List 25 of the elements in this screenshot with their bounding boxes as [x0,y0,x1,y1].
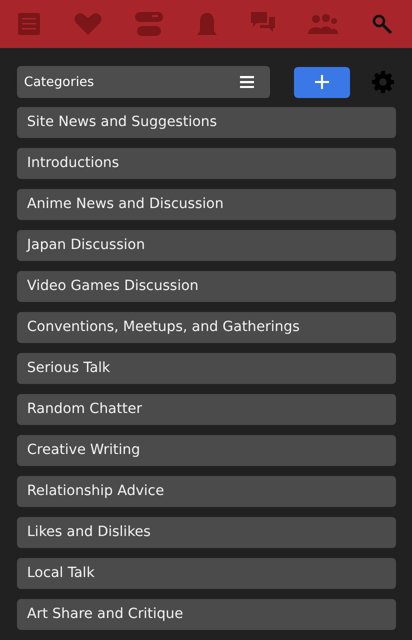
menu-icon[interactable] [18,13,40,35]
category-item[interactable]: Relationship Advice [17,476,396,507]
category-item[interactable]: Creative Writing [17,435,396,466]
heart-icon[interactable] [74,13,102,35]
category-item[interactable]: Likes and Dislikes [17,517,396,548]
category-item[interactable]: Art Share and Critique [17,599,396,630]
search-icon[interactable] [372,14,392,34]
group-icon[interactable] [308,14,338,34]
category-item[interactable]: Introductions [17,148,396,179]
category-item[interactable]: Serious Talk [17,353,396,384]
category-item[interactable]: Japan Discussion [17,230,396,261]
category-item[interactable]: Anime News and Discussion [17,189,396,220]
settings-icon[interactable] [372,71,394,93]
category-item[interactable]: Random Chatter [17,394,396,425]
dropdown-value: Categories [24,74,94,90]
category-item[interactable]: Site News and Suggestions [17,107,396,138]
category-item[interactable]: Video Games Discussion [17,271,396,302]
category-dropdown[interactable]: Categories [17,66,270,98]
category-item[interactable]: Local Talk [17,558,396,589]
toggle-icon[interactable] [135,12,164,36]
add-button[interactable] [294,66,350,98]
list-icon [240,76,254,88]
bell-icon[interactable] [196,13,217,35]
category-item[interactable]: Conventions, Meetups, and Gatherings [17,312,396,343]
plus-icon [315,75,329,89]
